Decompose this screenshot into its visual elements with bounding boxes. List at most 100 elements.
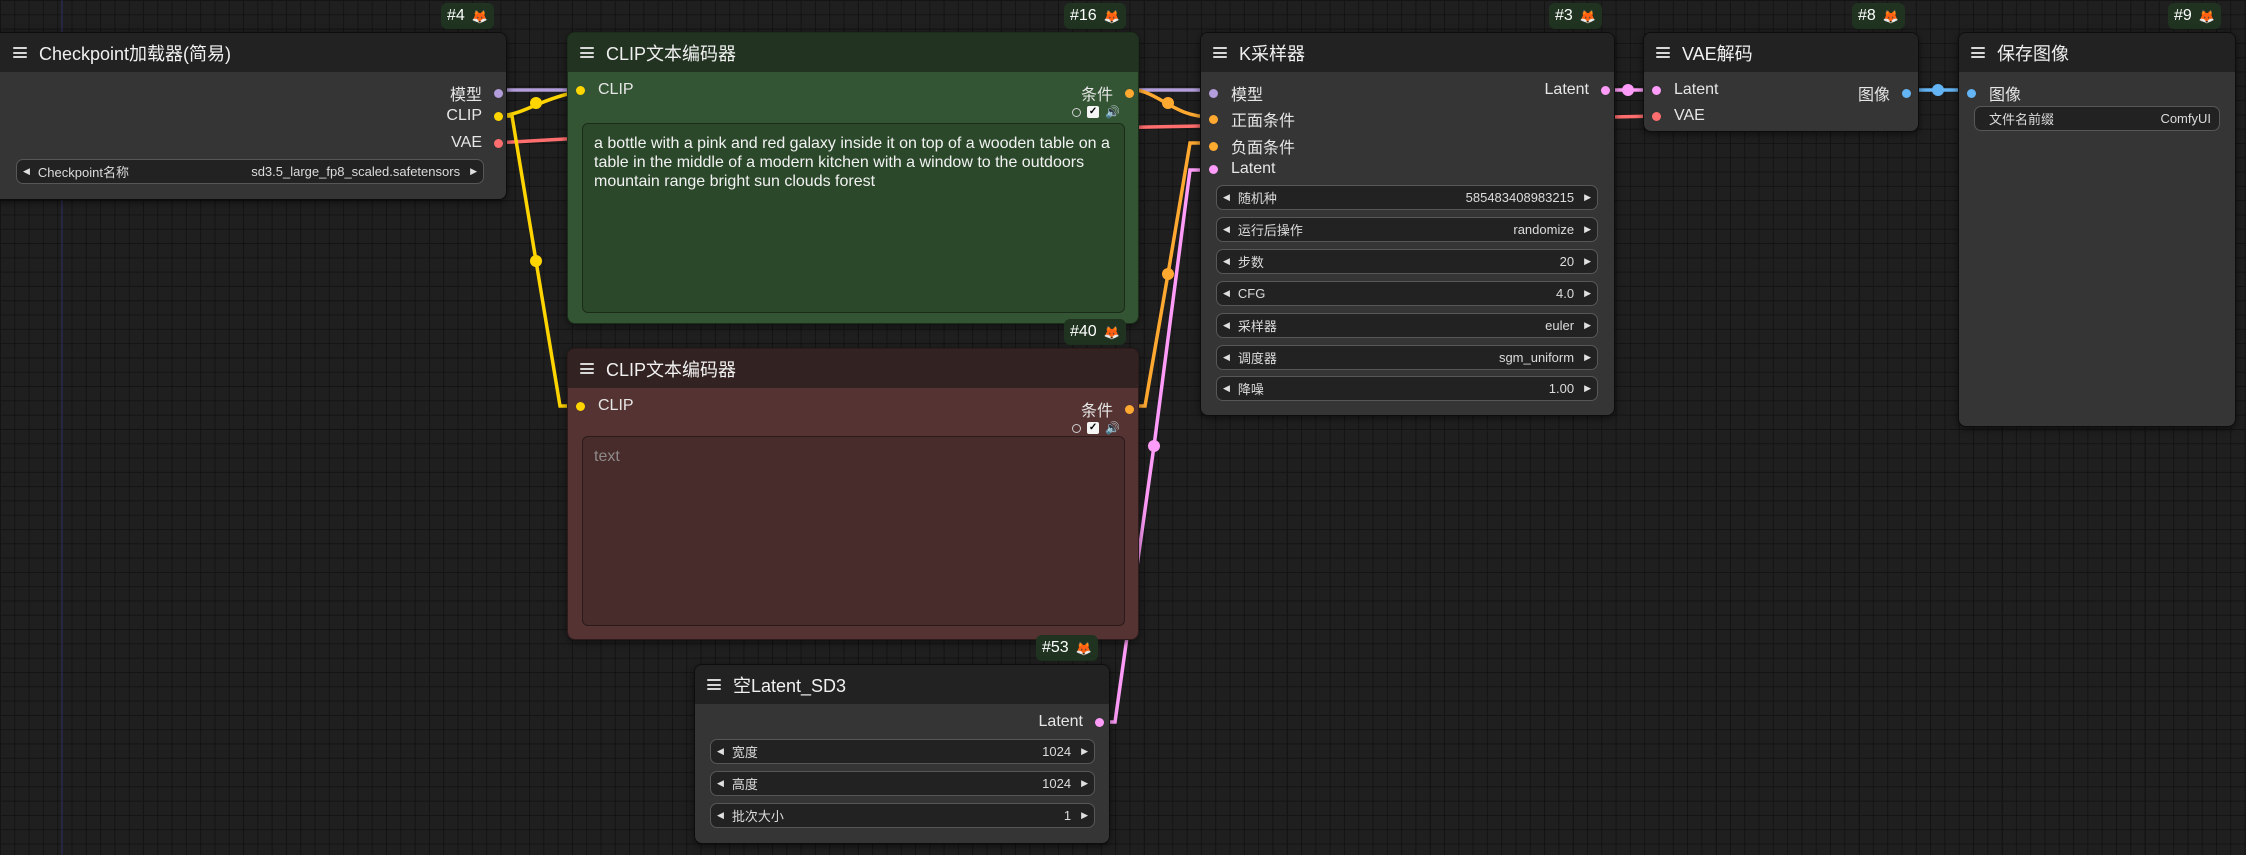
- input-slot-model[interactable]: 模型: [1209, 81, 1263, 105]
- slot-dot[interactable]: [1652, 111, 1661, 121]
- prompt-textarea[interactable]: a bottle with a pink and red galaxy insi…: [582, 123, 1125, 313]
- hamburger-menu-icon[interactable]: [13, 47, 27, 58]
- checkpoint-loader-node[interactable]: Checkpoint加载器(简易) 模型 CLIP VAE ◀ Checkpoi…: [0, 32, 507, 200]
- checkbox-icon[interactable]: ✓: [1087, 106, 1100, 118]
- hamburger-menu-icon[interactable]: [1656, 47, 1670, 58]
- decrement-arrow-icon[interactable]: ◀: [1223, 288, 1230, 299]
- node-title-bar[interactable]: 保存图像: [1959, 33, 2235, 72]
- hamburger-menu-icon[interactable]: [1971, 47, 1985, 58]
- decrement-arrow-icon[interactable]: ◀: [1223, 352, 1230, 363]
- output-slot-image[interactable]: 图像: [1858, 81, 1911, 105]
- increment-arrow-icon[interactable]: ▶: [1584, 320, 1591, 331]
- denoise-widget[interactable]: ◀ 降噪 1.00 ▶: [1216, 376, 1598, 401]
- slot-dot[interactable]: [1125, 88, 1134, 98]
- prompt-textarea[interactable]: text: [582, 436, 1125, 626]
- output-slot-conditioning[interactable]: 条件: [1081, 397, 1134, 421]
- node-title-bar[interactable]: 空Latent_SD3: [695, 665, 1109, 704]
- input-slot-latent[interactable]: Latent: [1652, 81, 1718, 99]
- input-slot-clip[interactable]: CLIP: [576, 397, 634, 415]
- output-slot-latent[interactable]: Latent: [1545, 81, 1610, 99]
- hamburger-menu-icon[interactable]: [580, 363, 594, 374]
- slot-dot[interactable]: [494, 111, 503, 121]
- output-slot-conditioning[interactable]: 条件: [1081, 81, 1134, 105]
- decrement-arrow-icon[interactable]: ◀: [717, 778, 724, 789]
- node-title-bar[interactable]: VAE解码: [1644, 33, 1918, 72]
- slot-dot[interactable]: [1902, 88, 1911, 98]
- output-slot-clip[interactable]: CLIP: [446, 107, 503, 125]
- input-slot-latent[interactable]: Latent: [1209, 160, 1275, 178]
- vae-decode-node[interactable]: VAE解码 Latent VAE 图像: [1643, 32, 1919, 132]
- node-title-bar[interactable]: CLIP文本编码器: [568, 33, 1138, 72]
- increment-arrow-icon[interactable]: ▶: [1584, 352, 1591, 363]
- increment-arrow-icon[interactable]: ▶: [1584, 383, 1591, 394]
- clip-text-encode-negative-node[interactable]: CLIP文本编码器 CLIP 条件 ✓ 🔊 text: [567, 348, 1139, 640]
- decrement-arrow-icon[interactable]: ◀: [1223, 320, 1230, 331]
- decrement-arrow-icon[interactable]: ◀: [1223, 224, 1230, 235]
- input-slot-positive[interactable]: 正面条件: [1209, 107, 1295, 131]
- increment-arrow-icon[interactable]: ▶: [1584, 288, 1591, 299]
- height-number-widget[interactable]: ◀ 高度 1024 ▶: [710, 771, 1095, 796]
- slot-dot[interactable]: [576, 401, 585, 411]
- hamburger-menu-icon[interactable]: [707, 679, 721, 690]
- slot-dot[interactable]: [1209, 88, 1218, 98]
- speaker-icon[interactable]: 🔊: [1105, 421, 1120, 435]
- input-slot-vae[interactable]: VAE: [1652, 107, 1705, 125]
- decrement-arrow-icon[interactable]: ◀: [717, 810, 724, 821]
- input-slot-clip[interactable]: CLIP: [576, 81, 634, 99]
- clip-text-encode-positive-node[interactable]: CLIP文本编码器 CLIP 条件 ✓ 🔊 a bottle with a pi…: [567, 32, 1139, 324]
- decrement-arrow-icon[interactable]: ◀: [717, 746, 724, 757]
- decrement-arrow-icon[interactable]: ◀: [1223, 383, 1230, 394]
- input-slot-image[interactable]: 图像: [1967, 81, 2021, 105]
- decrement-arrow-icon[interactable]: ◀: [1223, 192, 1230, 203]
- node-title-bar[interactable]: K采样器: [1201, 33, 1614, 72]
- increment-arrow-icon[interactable]: ▶: [1081, 746, 1088, 757]
- scheduler-widget[interactable]: ◀ 调度器 sgm_uniform ▶: [1216, 345, 1598, 370]
- ksampler-node[interactable]: K采样器 模型 正面条件 负面条件 Latent Latent ◀ 随机种 5854…: [1200, 32, 1615, 416]
- slot-dot[interactable]: [1601, 85, 1610, 95]
- node-title-bar[interactable]: CLIP文本编码器: [568, 349, 1138, 388]
- output-slot-latent[interactable]: Latent: [1039, 713, 1104, 731]
- decrement-arrow-icon[interactable]: ◀: [1223, 256, 1230, 267]
- checkbox-icon[interactable]: ✓: [1087, 422, 1100, 434]
- output-slot-model[interactable]: 模型: [450, 81, 503, 105]
- filename-prefix-widget[interactable]: 文件名前缀 ComfyUI: [1974, 106, 2220, 131]
- increment-arrow-icon[interactable]: ▶: [1081, 778, 1088, 789]
- hamburger-menu-icon[interactable]: [1213, 47, 1227, 58]
- hamburger-menu-icon[interactable]: [580, 47, 594, 58]
- seed-widget[interactable]: ◀ 随机种 585483408983215 ▶: [1216, 185, 1598, 210]
- radio-icon[interactable]: [1072, 423, 1082, 433]
- slot-dot[interactable]: [494, 88, 503, 98]
- slot-dot[interactable]: [1209, 164, 1218, 174]
- slot-dot[interactable]: [494, 138, 503, 148]
- batch-size-number-widget[interactable]: ◀ 批次大小 1 ▶: [710, 803, 1095, 828]
- node-title-bar[interactable]: Checkpoint加载器(简易): [0, 33, 506, 72]
- width-number-widget[interactable]: ◀ 宽度 1024 ▶: [710, 739, 1095, 764]
- increment-arrow-icon[interactable]: ▶: [1081, 810, 1088, 821]
- speaker-icon[interactable]: 🔊: [1105, 105, 1120, 119]
- slot-dot[interactable]: [1209, 114, 1218, 124]
- slot-dot[interactable]: [1209, 141, 1218, 151]
- increment-arrow-icon[interactable]: ▶: [1584, 256, 1591, 267]
- radio-icon[interactable]: [1072, 107, 1082, 117]
- input-slot-negative[interactable]: 负面条件: [1209, 134, 1295, 158]
- slot-dot[interactable]: [576, 85, 585, 95]
- sampler-widget[interactable]: ◀ 采样器 euler ▶: [1216, 313, 1598, 338]
- increment-arrow-icon[interactable]: ▶: [1584, 192, 1591, 203]
- mode-toggles[interactable]: ✓ 🔊: [1072, 421, 1120, 435]
- save-image-node[interactable]: 保存图像 图像 文件名前缀 ComfyUI: [1958, 32, 2236, 427]
- slot-dot[interactable]: [1125, 404, 1134, 414]
- steps-widget[interactable]: ◀ 步数 20 ▶: [1216, 249, 1598, 274]
- slot-dot[interactable]: [1652, 85, 1661, 95]
- cfg-widget[interactable]: ◀ CFG 4.0 ▶: [1216, 281, 1598, 306]
- output-slot-vae[interactable]: VAE: [451, 134, 503, 152]
- decrement-arrow-icon[interactable]: ◀: [23, 166, 30, 177]
- checkpoint-name-combo[interactable]: ◀ Checkpoint名称 sd3.5_large_fp8_scaled.sa…: [16, 159, 484, 184]
- empty-latent-sd3-node[interactable]: 空Latent_SD3 Latent ◀ 宽度 1024 ▶ ◀ 高度 1024…: [694, 664, 1110, 844]
- control-after-generate-widget[interactable]: ◀ 运行后操作 randomize ▶: [1216, 217, 1598, 242]
- increment-arrow-icon[interactable]: ▶: [470, 166, 477, 177]
- slot-dot[interactable]: [1095, 717, 1104, 727]
- mode-toggles[interactable]: ✓ 🔊: [1072, 105, 1120, 119]
- increment-arrow-icon[interactable]: ▶: [1584, 224, 1591, 235]
- widget-value: 1.00: [1548, 381, 1575, 396]
- slot-dot[interactable]: [1967, 88, 1976, 98]
